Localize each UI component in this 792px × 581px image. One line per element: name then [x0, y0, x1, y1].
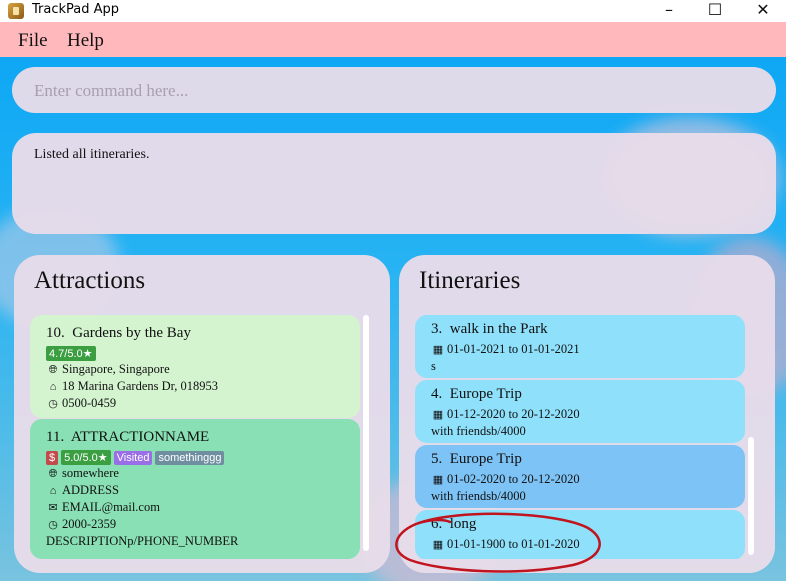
window-title: TrackPad App	[32, 2, 120, 17]
attraction-tags: 4.7/5.0★	[46, 346, 99, 361]
main-content: Listed all itineraries. Attractions 10. …	[0, 57, 786, 581]
scrollbar-thumb[interactable]	[748, 437, 754, 555]
minimize-button[interactable]: –	[646, 0, 692, 22]
price-badge: $	[46, 451, 59, 465]
attraction-email-row: ✉ EMAIL@mail.com	[46, 500, 160, 515]
attraction-description: DESCRIPTIONp/PHONE_NUMBER	[46, 534, 239, 548]
attraction-email: EMAIL@mail.com	[62, 500, 160, 514]
itinerary-name: walk in the Park	[449, 321, 548, 337]
itinerary-note: with friendsb/4000	[431, 489, 526, 503]
window-border	[786, 22, 792, 581]
itinerary-title: 6. long	[431, 516, 476, 533]
globe-icon: 🌐︎	[48, 364, 58, 376]
itinerary-name: long	[449, 516, 477, 532]
attractions-scrollbar[interactable]	[362, 315, 370, 555]
itinerary-index: 3.	[431, 321, 443, 337]
itinerary-dates-row: ▦ 01-02-2020 to 20-12-2020	[431, 472, 580, 487]
itinerary-title: 3. walk in the Park	[431, 321, 548, 338]
itinerary-title: 5. Europe Trip	[431, 451, 522, 468]
menu-bar: File Help	[0, 22, 786, 57]
itinerary-card[interactable]: 6. long ▦ 01-01-1900 to 01-01-2020	[415, 510, 745, 559]
calendar-icon: ▦	[432, 539, 444, 551]
itineraries-scrollbar[interactable]	[747, 315, 755, 555]
attraction-hours: 2000-2359	[62, 517, 117, 531]
itinerary-title: 4. Europe Trip	[431, 386, 522, 403]
itinerary-note: s	[431, 359, 436, 373]
calendar-icon: ▦	[432, 474, 444, 486]
command-box	[12, 67, 776, 113]
title-bar: TrackPad App – ☐ ✕	[0, 0, 792, 22]
itinerary-index: 6.	[431, 516, 443, 532]
rating-badge: 5.0/5.0★	[61, 450, 111, 465]
result-display: Listed all itineraries.	[12, 133, 776, 234]
clock-icon: ◷	[48, 519, 58, 531]
tag-badge: somethinggg	[155, 451, 225, 465]
maximize-button[interactable]: ☐	[692, 0, 738, 22]
itinerary-name: Europe Trip	[449, 451, 522, 467]
itinerary-dates: 01-01-2021 to 01-01-2021	[447, 342, 580, 356]
attraction-name: ATTRACTIONNAME	[70, 429, 210, 445]
attraction-name: Gardens by the Bay	[72, 325, 191, 341]
close-button[interactable]: ✕	[740, 0, 786, 22]
attractions-panel: Attractions 10. Gardens by the Bay 4.7/5…	[14, 255, 390, 573]
itinerary-index: 5.	[431, 451, 443, 467]
attraction-tags: $5.0/5.0★ Visited somethinggg	[46, 450, 227, 465]
menu-help[interactable]: Help	[67, 30, 104, 52]
attraction-card[interactable]: 11. ATTRACTIONNAME $5.0/5.0★ Visited somet…	[30, 419, 360, 559]
app-icon	[8, 3, 24, 19]
attraction-location: somewhere	[62, 466, 119, 480]
itinerary-index: 4.	[431, 386, 443, 402]
itinerary-dates-row: ▦ 01-12-2020 to 20-12-2020	[431, 407, 580, 422]
scrollbar-thumb[interactable]	[363, 315, 369, 551]
itineraries-panel: Itineraries 3. walk in the Park ▦ 01-01-2…	[399, 255, 775, 573]
itinerary-dates: 01-02-2020 to 20-12-2020	[447, 472, 580, 486]
attraction-address: 18 Marina Gardens Dr, 018953	[62, 379, 219, 393]
home-icon: ⌂	[49, 485, 57, 497]
attraction-location: Singapore, Singapore	[62, 362, 170, 376]
attraction-address-row: ⌂ 18 Marina Gardens Dr, 018953	[46, 379, 218, 394]
command-input[interactable]	[34, 79, 734, 103]
attractions-title: Attractions	[34, 267, 146, 294]
attraction-index: 11.	[46, 429, 65, 445]
itinerary-card[interactable]: 5. Europe Trip ▦ 01-02-2020 to 20-12-2020…	[415, 445, 745, 508]
itinerary-dates: 01-01-1900 to 01-01-2020	[447, 537, 580, 551]
mail-icon: ✉	[48, 502, 58, 514]
visited-badge: Visited	[113, 451, 153, 465]
attractions-list[interactable]: 10. Gardens by the Bay 4.7/5.0★ 🌐︎ Singap…	[30, 315, 370, 559]
globe-icon: 🌐︎	[48, 468, 58, 480]
itinerary-dates-row: ▦ 01-01-1900 to 01-01-2020	[431, 537, 580, 552]
calendar-icon: ▦	[432, 344, 444, 356]
itinerary-name: Europe Trip	[449, 386, 522, 402]
rating-badge: 4.7/5.0★	[46, 346, 96, 361]
attraction-hours: 0500-0459	[62, 396, 117, 410]
attraction-index: 10.	[46, 325, 65, 341]
result-text: Listed all itineraries.	[34, 147, 150, 162]
attraction-hours-row: ◷ 0500-0459	[46, 396, 116, 411]
itineraries-list[interactable]: 3. walk in the Park ▦ 01-01-2021 to 01-01…	[415, 315, 755, 559]
attraction-card[interactable]: 10. Gardens by the Bay 4.7/5.0★ 🌐︎ Singap…	[30, 315, 360, 418]
attraction-hours-row: ◷ 2000-2359	[46, 517, 116, 532]
itinerary-card[interactable]: 3. walk in the Park ▦ 01-01-2021 to 01-01…	[415, 315, 745, 378]
attraction-location-row: 🌐︎ somewhere	[46, 466, 119, 481]
itinerary-dates-row: ▦ 01-01-2021 to 01-01-2021	[431, 342, 580, 357]
clock-icon: ◷	[48, 398, 58, 410]
menu-file[interactable]: File	[18, 30, 48, 52]
calendar-icon: ▦	[432, 409, 444, 421]
attraction-address: ADDRESS	[62, 483, 119, 497]
itinerary-note: with friendsb/4000	[431, 424, 526, 438]
itinerary-card[interactable]: 4. Europe Trip ▦ 01-12-2020 to 20-12-2020…	[415, 380, 745, 443]
itinerary-dates: 01-12-2020 to 20-12-2020	[447, 407, 580, 421]
attraction-location-row: 🌐︎ Singapore, Singapore	[46, 362, 170, 377]
attraction-title: 10. Gardens by the Bay	[46, 325, 191, 342]
attraction-address-row: ⌂ ADDRESS	[46, 483, 119, 498]
home-icon: ⌂	[49, 381, 57, 393]
itineraries-title: Itineraries	[419, 267, 521, 294]
attraction-title: 11. ATTRACTIONNAME	[46, 429, 209, 446]
